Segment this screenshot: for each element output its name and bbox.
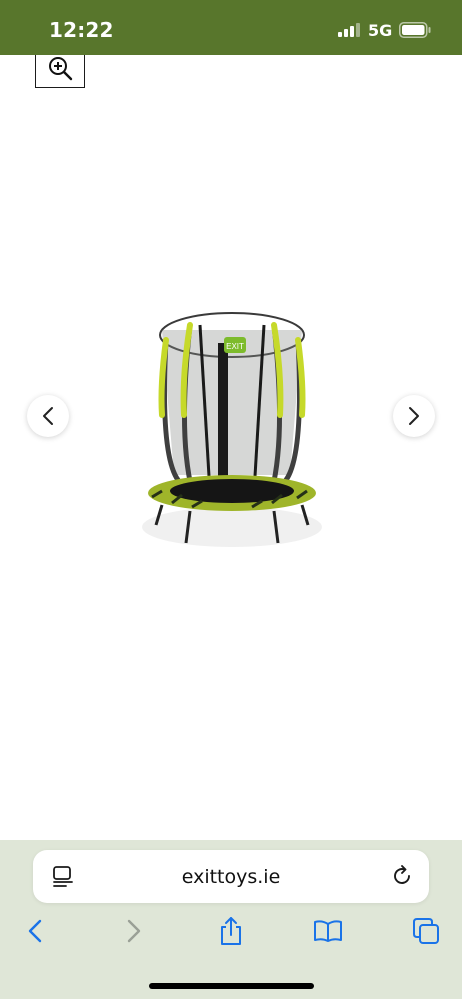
back-button[interactable] xyxy=(20,916,50,946)
zoom-in-icon xyxy=(49,56,73,80)
back-icon xyxy=(28,919,42,943)
product-image[interactable]: EXIT xyxy=(132,265,332,565)
signal-icon xyxy=(338,23,360,37)
product-gallery: EXIT xyxy=(0,55,462,840)
chevron-right-icon xyxy=(409,407,419,425)
forward-icon xyxy=(127,919,141,943)
reload-icon[interactable] xyxy=(390,864,414,888)
status-time: 12:22 xyxy=(49,18,114,42)
brand-logo-text: EXIT xyxy=(226,342,244,351)
tabs-icon xyxy=(413,918,439,944)
share-button[interactable] xyxy=(216,916,246,946)
gallery-next-button[interactable] xyxy=(393,395,435,437)
forward-button[interactable] xyxy=(119,916,149,946)
chevron-left-icon xyxy=(43,407,53,425)
bookmarks-button[interactable] xyxy=(313,916,343,946)
zoom-button[interactable] xyxy=(35,55,85,88)
network-type: 5G xyxy=(368,21,393,40)
address-bar[interactable]: exittoys.ie xyxy=(33,850,429,903)
tabs-button[interactable] xyxy=(411,916,441,946)
url-text[interactable]: exittoys.ie xyxy=(33,866,429,888)
browser-chrome: exittoys.ie xyxy=(0,840,462,999)
battery-icon xyxy=(399,22,431,38)
bookmarks-icon xyxy=(314,920,342,942)
share-icon xyxy=(221,917,241,945)
home-indicator[interactable] xyxy=(149,983,314,989)
status-bar: 12:22 5G xyxy=(0,0,462,55)
gallery-prev-button[interactable] xyxy=(27,395,69,437)
